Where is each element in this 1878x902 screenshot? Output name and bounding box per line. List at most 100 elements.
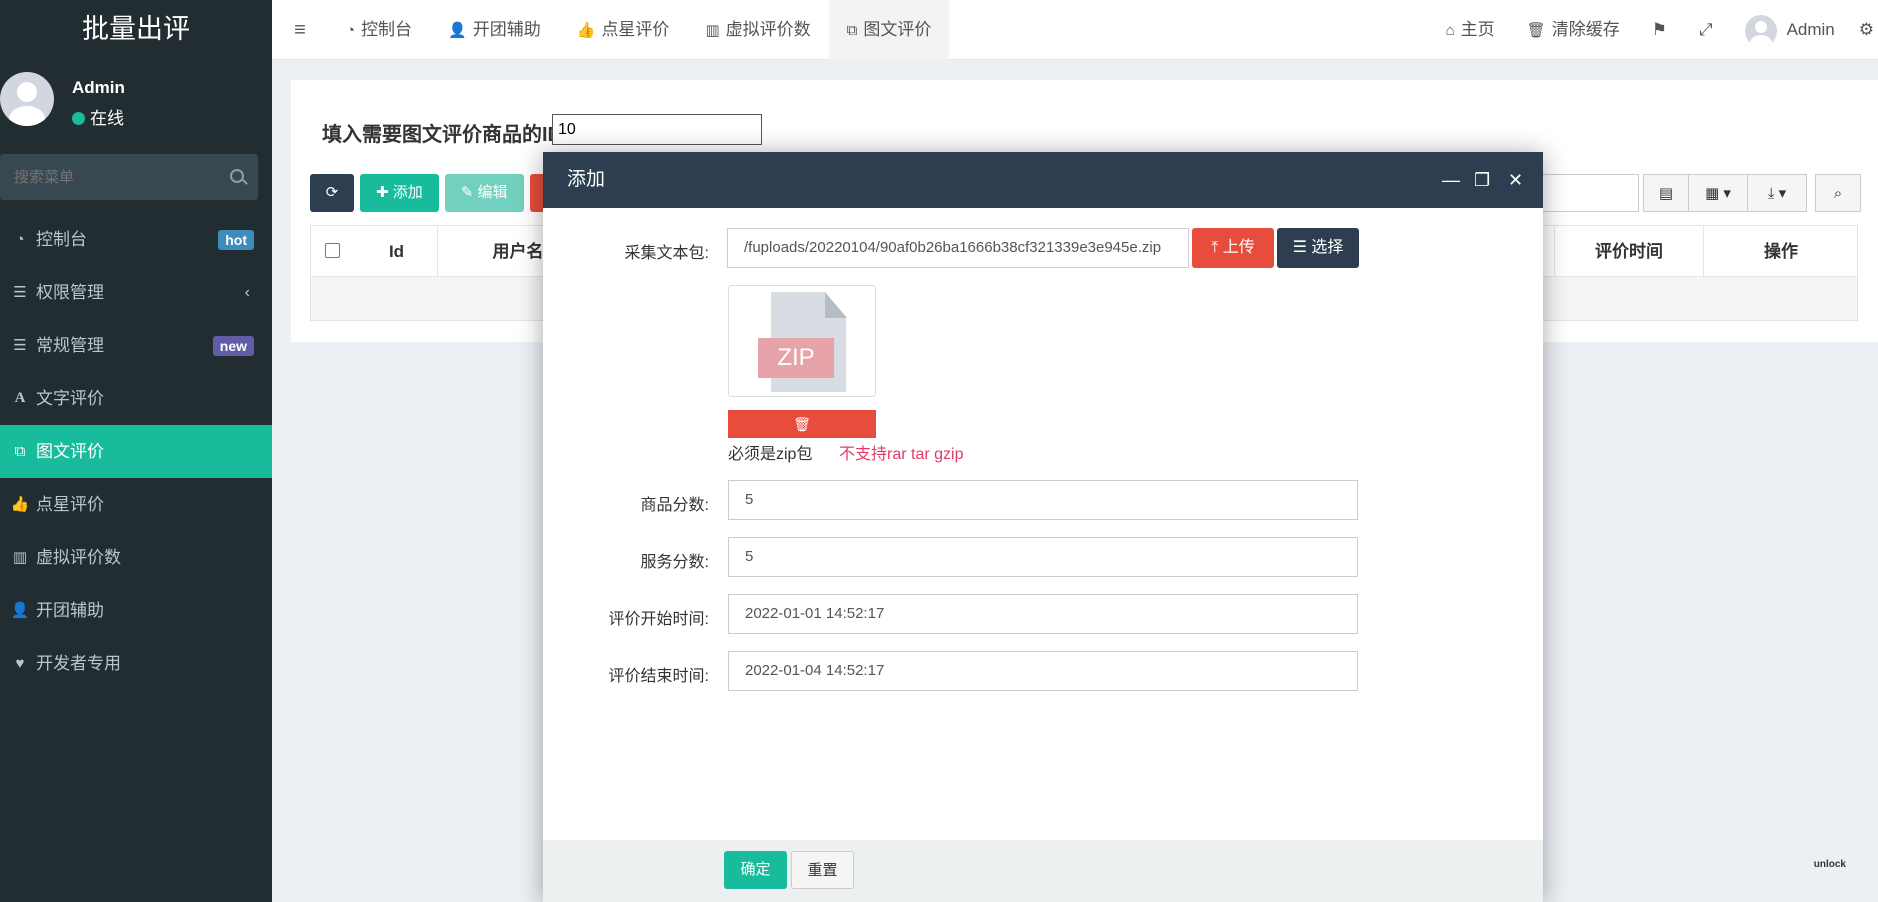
sidebar-item-developer[interactable]: ♥ 开发者专用	[0, 637, 272, 690]
sidebar-item-virtual-count[interactable]: ▥ 虚拟评价数	[0, 531, 272, 584]
edit-button[interactable]: ✎ 编辑	[444, 174, 524, 212]
sidebar-item-group-assist[interactable]: 👤 开团辅助	[0, 584, 272, 637]
dashboard-icon: ◔	[15, 231, 25, 248]
add-modal: 添加 — ❐ ✕ 采集文本包: /fuploads/20220104/90af0…	[543, 152, 1543, 902]
service-score-input[interactable]: 5	[728, 537, 1358, 577]
sidebar-item-text-review[interactable]: A 文字评价	[0, 372, 272, 425]
package-label: 采集文本包:	[624, 245, 709, 262]
column-header-id[interactable]: Id	[356, 226, 438, 278]
goods-score-label: 商品分数:	[640, 497, 709, 514]
tab-star-review[interactable]: 👍 点星评价	[559, 0, 688, 60]
upload-button[interactable]: ⤒ 上传	[1192, 228, 1274, 268]
sidebar-toggle-icon[interactable]: ≡	[272, 0, 328, 60]
minimize-icon[interactable]: —	[1442, 152, 1460, 208]
columns-button[interactable]: ▦ ▾	[1688, 174, 1748, 212]
home-link[interactable]: ⌂ 主页	[1430, 0, 1511, 60]
nav-tabs: ≡ ◔ 控制台 👤 开团辅助 👍 点星评价 ▥ 虚拟评价数 ⧉ 图文评价	[272, 0, 950, 60]
confirm-button[interactable]: 确定	[724, 851, 787, 889]
pencil-icon: ✎	[460, 184, 478, 201]
user-plus-icon: 👤	[448, 22, 467, 39]
font-icon: A	[14, 390, 26, 406]
refresh-icon: ⟳	[325, 184, 339, 201]
table-right-tools: ▤ ▦ ▾ ⤓ ▾ ⌕	[1643, 174, 1861, 212]
nav-right: ⌂ 主页 🗑 清除缓存 ⚑ ⤢ Admin ⚙	[1430, 0, 1878, 60]
online-dot-icon	[72, 112, 85, 125]
menu-search-input[interactable]	[0, 154, 210, 200]
close-icon[interactable]: ✕	[1508, 152, 1523, 208]
zip-thumbnail[interactable]: ZIP	[728, 285, 876, 397]
corner-mark: unlock	[1813, 859, 1846, 870]
clear-cache-button[interactable]: 🗑 清除缓存	[1511, 0, 1636, 60]
grid-icon: ▦ ▾	[1705, 185, 1731, 202]
zip-warning: 不支持rar tar gzip	[839, 446, 964, 463]
zip-hint: 必须是zip包	[728, 446, 813, 463]
table-search-input[interactable]	[1539, 174, 1639, 212]
avatar	[1744, 14, 1777, 47]
maximize-icon[interactable]: ❐	[1474, 152, 1490, 208]
thumbs-up-icon: 👍	[10, 496, 30, 513]
goods-score-input[interactable]: 5	[728, 480, 1358, 520]
table-toolbar: ⟳ ✚ 添加 ✎ 编辑	[310, 174, 550, 212]
user-menu[interactable]: Admin	[1729, 0, 1851, 60]
tab-group-assist[interactable]: 👤 开团辅助	[430, 0, 559, 60]
dashboard-icon: ◔	[346, 22, 356, 39]
list-icon: ☰	[13, 337, 27, 354]
thumbs-up-icon: 👍	[576, 22, 596, 39]
choose-button[interactable]: ☰ 选择	[1277, 228, 1359, 268]
zip-badge: ZIP	[758, 338, 834, 378]
export-button[interactable]: ⤓ ▾	[1747, 174, 1807, 212]
end-time-label: 评价结束时间:	[608, 668, 709, 685]
language-toggle[interactable]: ⚑	[1636, 0, 1683, 60]
modal-footer: 确定 重置	[543, 840, 1543, 902]
home-icon: ⌂	[1445, 22, 1455, 39]
package-path-input[interactable]: /fuploads/20220104/90af0b26ba1666b38cf32…	[727, 228, 1189, 268]
reset-button[interactable]: 重置	[791, 851, 854, 889]
fullscreen-toggle[interactable]: ⤢	[1683, 0, 1729, 60]
start-time-label: 评价开始时间:	[608, 611, 709, 628]
remove-file-button[interactable]: 🗑	[728, 410, 876, 438]
user-panel: Admin 在线	[0, 58, 272, 142]
hot-badge: hot	[218, 230, 254, 250]
heartbeat-icon: ♥	[15, 655, 25, 672]
user-plus-icon: 👤	[10, 602, 30, 619]
avatar	[0, 72, 54, 126]
app-logo[interactable]: 批量出评	[0, 0, 272, 58]
top-navbar: ≡ ◔ 控制台 👤 开团辅助 👍 点星评价 ▥ 虚拟评价数 ⧉ 图文评价 ⌂ 主页 🗑 清除缓…	[272, 0, 1878, 60]
new-badge: new	[212, 336, 254, 356]
clone-icon: ⧉	[14, 443, 26, 460]
refresh-button[interactable]: ⟳	[310, 174, 354, 212]
download-icon: ⤓ ▾	[1767, 185, 1787, 202]
tab-dashboard[interactable]: ◔ 控制台	[328, 0, 430, 60]
upload-icon: ⤒	[1211, 239, 1223, 256]
add-button[interactable]: ✚ 添加	[360, 174, 439, 212]
bar-chart-icon: ▥	[12, 549, 28, 566]
search-icon: ⌕	[1833, 185, 1843, 202]
tab-image-review[interactable]: ⧉ 图文评价	[828, 0, 950, 60]
sidebar-item-star-review[interactable]: 👍 点星评价	[0, 478, 272, 531]
toggle-view-button[interactable]: ▤	[1643, 174, 1689, 212]
modal-title: 添加	[567, 169, 606, 190]
settings-toggle[interactable]: ⚙	[1851, 0, 1878, 60]
table-icon: ▤	[1658, 185, 1674, 202]
search-icon[interactable]	[230, 169, 244, 183]
tab-virtual-count[interactable]: ▥ 虚拟评价数	[687, 0, 828, 60]
column-header-actions: 操作	[1764, 242, 1798, 261]
select-all-checkbox[interactable]	[325, 243, 340, 258]
sidebar-item-general[interactable]: ☰ 常规管理 new	[0, 319, 272, 372]
sidebar-item-image-review[interactable]: ⧉ 图文评价	[0, 425, 272, 478]
end-time-input[interactable]: 2022-01-04 14:52:17	[728, 651, 1358, 691]
product-id-input[interactable]	[552, 114, 762, 145]
chevron-left-icon: ‹	[244, 284, 250, 301]
sidebar-menu: ◔ 控制台 hot ☰ 权限管理 ‹ ☰ 常规管理 new A 文字评价 ⧉ 图…	[0, 213, 272, 690]
sidebar-item-permissions[interactable]: ☰ 权限管理 ‹	[0, 266, 272, 319]
sidebar-item-dashboard[interactable]: ◔ 控制台 hot	[0, 213, 272, 266]
language-icon: ⚑	[1651, 20, 1667, 39]
list-icon: ☰	[1292, 239, 1312, 256]
sidebar: 批量出评 Admin 在线 ◔ 控制台 hot ☰ 权限管理 ‹ ☰ 常规管理 …	[0, 0, 272, 902]
search-button[interactable]: ⌕	[1815, 174, 1861, 212]
bar-chart-icon: ▥	[705, 22, 720, 39]
expand-icon: ⤢	[1698, 20, 1713, 39]
column-header-review-time[interactable]: 评价时间	[1554, 226, 1704, 278]
start-time-input[interactable]: 2022-01-01 14:52:17	[728, 594, 1358, 634]
product-id-label: 填入需要图文评价商品的ID	[322, 124, 562, 146]
